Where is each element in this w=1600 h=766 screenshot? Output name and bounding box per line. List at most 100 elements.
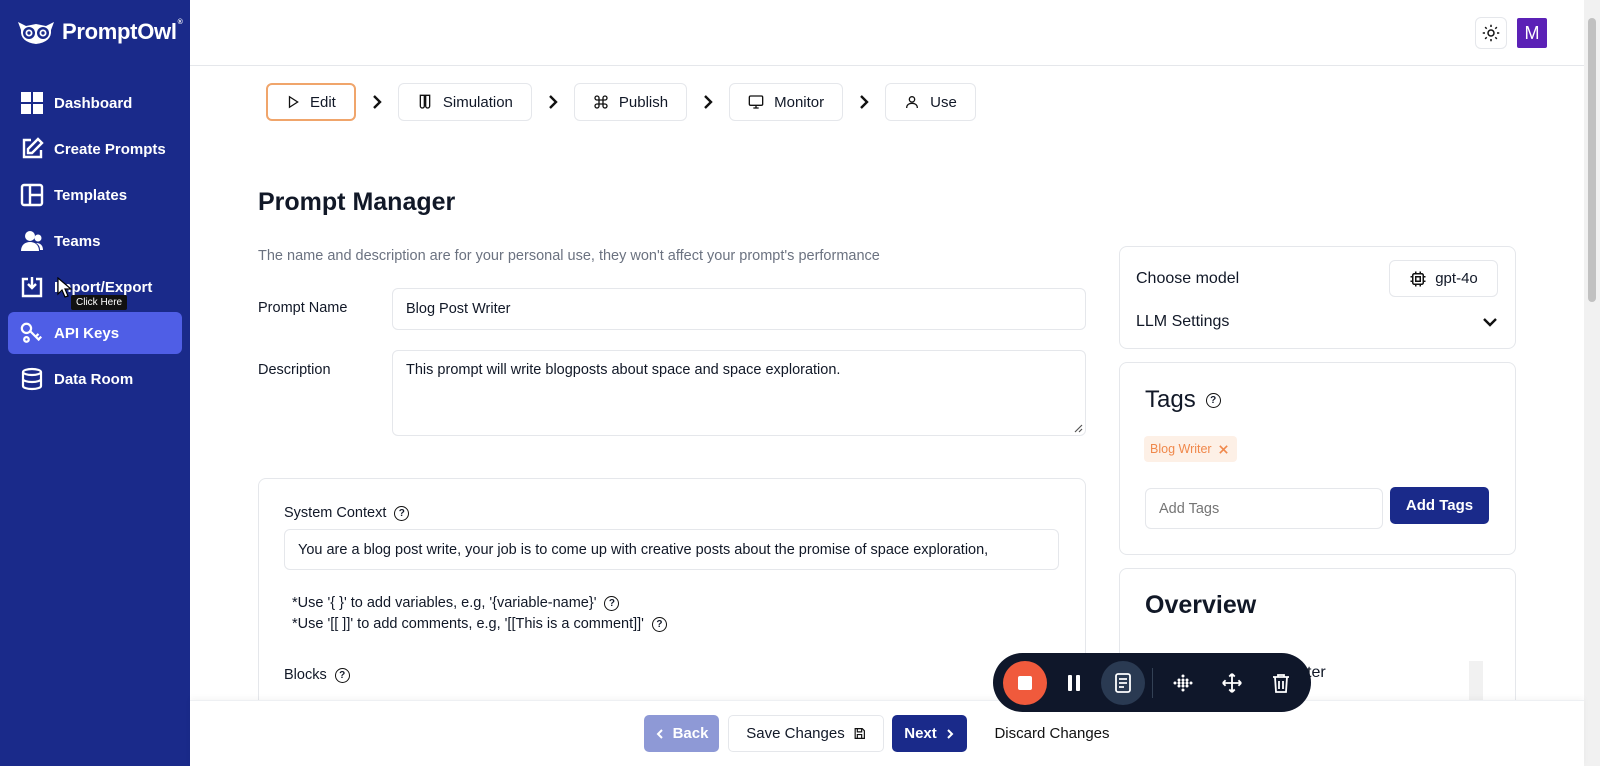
mouse-cursor-icon [57,277,73,298]
topbar [190,0,1584,66]
sidebar-item-dashboard[interactable]: Dashboard [8,82,182,124]
sidebar-item-templates[interactable]: Templates [8,174,182,216]
page-subtitle: The name and description are for your pe… [258,248,880,264]
stop-icon [1018,675,1032,690]
move-button[interactable] [1210,661,1254,705]
delete-button[interactable] [1259,661,1303,705]
tab-monitor[interactable]: Monitor [729,83,844,121]
tab-publish[interactable]: Publish [573,83,688,121]
grid-dots-button[interactable] [1161,661,1205,705]
monitor-icon [748,95,764,109]
hint-comments: *Use '[[ ]]' to add comments, e.g, '[[Th… [292,616,667,632]
prompt-name-input[interactable]: Blog Post Writer [392,288,1086,330]
tags-title: Tags [1145,386,1196,413]
hint-variables-text: *Use '{ }' to add variables, e.g, '{vari… [292,595,597,611]
test-tubes-icon [419,94,431,109]
back-button[interactable]: Back [644,715,719,752]
add-tags-button[interactable]: Add Tags [1390,487,1489,524]
app-name: PromptOwl® [62,19,183,44]
chevron-right-icon [356,93,398,111]
database-icon [20,367,44,391]
hint-variables: *Use '{ }' to add variables, e.g, '{vari… [292,595,620,611]
blocks-heading: Blocks ? [284,667,350,683]
sidebar-item-label: Data Room [54,370,134,388]
blocks-label: Blocks [284,667,327,683]
import-icon [20,275,44,299]
save-changes-button[interactable]: Save Changes [728,715,884,752]
step-label: Simulation [442,93,513,111]
help-icon[interactable]: ? [394,505,410,521]
theme-toggle-button[interactable] [1475,17,1507,49]
notes-button[interactable] [1101,660,1145,705]
description-label: Description [258,362,331,378]
overview-title: Overview [1145,591,1257,619]
add-tags-input[interactable] [1145,488,1383,529]
chevron-right-icon [532,93,574,111]
help-icon[interactable]: ? [651,616,667,632]
tooltip: Click Here [71,295,128,310]
model-select-button[interactable]: gpt-4o [1389,260,1498,297]
tags-heading: Tags ? [1145,386,1221,414]
page-scrollbar[interactable] [1584,0,1600,766]
discard-changes-button[interactable]: Discard Changes [982,715,1122,752]
hint-comments-text: *Use '[[ ]]' to add comments, e.g, '[[Th… [292,616,644,632]
avatar[interactable]: M [1517,18,1547,48]
system-context-label: System Context [284,505,387,521]
user-icon [906,96,919,109]
save-icon [854,728,865,739]
chevron-down-icon [1483,318,1497,327]
sidebar-item-create-prompts[interactable]: Create Prompts [8,128,182,170]
logo[interactable]: PromptOwl® [16,18,183,46]
chevron-left-icon [656,728,663,739]
system-context-heading: System Context ? [284,505,410,521]
choose-model-label: Choose model [1136,270,1240,287]
play-icon [288,95,299,109]
help-icon[interactable]: ? [334,667,350,683]
bottom-bar [190,700,1584,766]
save-label: Save Changes [746,725,845,742]
tab-use[interactable]: Use [885,83,976,121]
sidebar-item-label: Templates [54,186,128,204]
cpu-icon [1410,271,1426,286]
model-value: gpt-4o [1435,270,1478,287]
sidebar-item-data-room[interactable]: Data Room [8,358,182,400]
pause-button[interactable] [1052,661,1096,705]
sidebar-item-label: Create Prompts [54,140,166,158]
resize-grip-icon[interactable] [1073,423,1083,433]
help-icon[interactable]: ? [1205,392,1221,408]
owl-logo-icon [18,22,54,44]
move-icon [1222,672,1242,693]
llm-settings-toggle[interactable]: LLM Settings [1136,313,1498,331]
tag-label: Blog Writer [1150,442,1212,456]
overview-scrollbar[interactable] [1469,661,1483,701]
sidebar-item-api-keys[interactable]: API Keys [8,312,182,354]
prompt-name-label: Prompt Name [258,300,348,316]
description-textarea[interactable]: This prompt will write blogposts about s… [392,350,1086,436]
grid-icon [20,91,44,115]
back-label: Back [672,725,709,742]
sun-icon [1482,24,1500,42]
step-label: Monitor [774,93,825,111]
tab-edit[interactable]: Edit [266,83,356,121]
next-button[interactable]: Next [892,715,967,752]
llm-settings-label: LLM Settings [1136,313,1230,330]
chevron-right-icon [947,728,954,739]
record-stop-button[interactable] [1003,660,1047,705]
tag-chip: Blog Writer [1144,436,1237,462]
edit-icon [20,137,44,161]
scrollbar-thumb[interactable] [1588,18,1596,302]
document-icon [1115,672,1131,693]
help-icon[interactable]: ? [604,595,620,611]
tab-simulation[interactable]: Simulation [397,83,532,121]
next-label: Next [904,725,937,742]
sidebar-item-label: Dashboard [54,94,133,112]
sidebar: PromptOwl® Dashboard Create Prompts Temp… [0,0,190,766]
step-label: Edit [310,93,336,111]
layout-icon [20,183,44,207]
sidebar-item-teams[interactable]: Teams [8,220,182,262]
close-icon[interactable] [1218,444,1229,455]
workflow-steps: Edit Simulation Publish Monitor Use [266,83,976,121]
system-context-input[interactable]: You are a blog post write, your job is t… [284,529,1059,570]
chevron-right-icon [687,93,729,111]
users-icon [20,229,44,253]
